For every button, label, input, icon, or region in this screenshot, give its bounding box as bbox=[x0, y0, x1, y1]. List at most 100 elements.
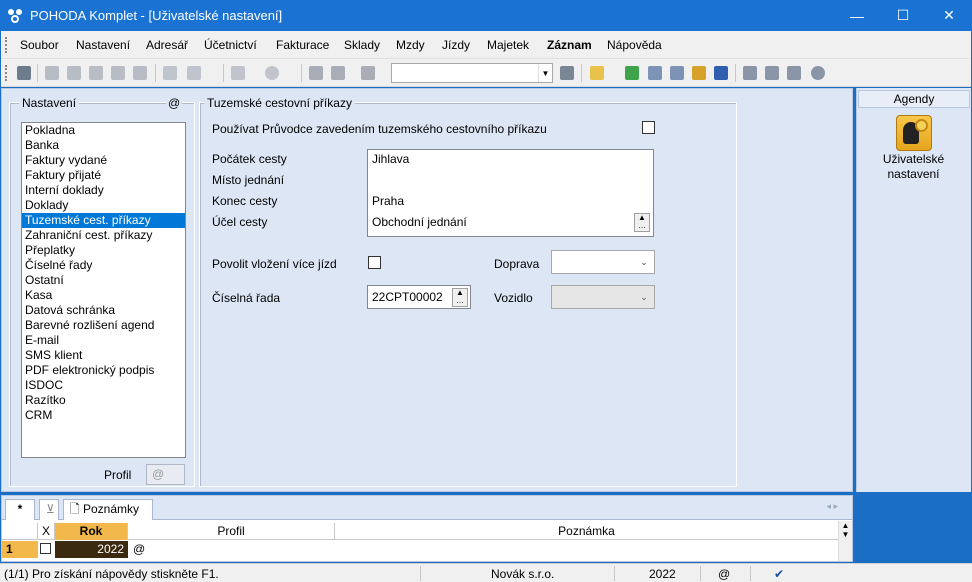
rada-picker-button[interactable]: ▲… bbox=[452, 288, 468, 307]
doprava-select[interactable]: ⌄ bbox=[551, 250, 655, 274]
pocatek-value[interactable]: Jihlava bbox=[372, 152, 409, 166]
ucel-picker-button[interactable]: ▲… bbox=[634, 213, 650, 232]
ucel-value[interactable]: Obchodní jednání bbox=[372, 215, 467, 229]
list-item[interactable]: Interní doklady bbox=[22, 183, 185, 198]
settings-icon[interactable] bbox=[263, 64, 281, 82]
rada-field[interactable]: 22CPT00002 ▲… bbox=[367, 285, 471, 309]
list-item[interactable]: Faktury vydané bbox=[22, 153, 185, 168]
toolbar-search-combo[interactable]: ▼ bbox=[391, 63, 553, 83]
wizard-checkbox[interactable] bbox=[642, 121, 655, 134]
chevron-down-icon[interactable]: ⌄ bbox=[636, 253, 652, 271]
list-item[interactable]: PDF elektronický podpis bbox=[22, 363, 185, 378]
menu-zaznam[interactable]: Záznam bbox=[547, 38, 592, 52]
settings-fieldset: Nastavení @ Pokladna Banka Faktury vydan… bbox=[9, 96, 195, 487]
row-rok[interactable]: 2022 bbox=[55, 541, 128, 558]
list-item[interactable]: Faktury přijaté bbox=[22, 168, 185, 183]
form-icon[interactable] bbox=[763, 64, 781, 82]
list-item[interactable]: Kasa bbox=[22, 288, 185, 303]
back-icon[interactable] bbox=[229, 64, 247, 82]
row-checkbox[interactable] bbox=[40, 543, 51, 554]
filter-tab-icon[interactable]: ⊻ bbox=[39, 499, 59, 520]
list-icon[interactable] bbox=[741, 64, 759, 82]
list-item[interactable]: Doklady bbox=[22, 198, 185, 213]
trip-details-box[interactable]: Jihlava Praha Obchodní jednání ▲… bbox=[367, 149, 654, 237]
check-icon[interactable] bbox=[185, 64, 203, 82]
konec-value[interactable]: Praha bbox=[372, 194, 404, 208]
row-profil[interactable]: @ bbox=[133, 541, 333, 558]
menu-jizdy[interactable]: Jízdy bbox=[442, 38, 470, 52]
chevron-down-icon[interactable]: ▼ bbox=[538, 64, 552, 82]
list-item[interactable]: ISDOC bbox=[22, 378, 185, 393]
grid-scrollbar[interactable]: ▲ ▼ bbox=[838, 521, 852, 561]
tab-star[interactable]: * bbox=[5, 499, 35, 520]
toolbar-separator bbox=[301, 64, 302, 82]
tab-nav-arrows[interactable]: ◂ ▸ bbox=[826, 501, 838, 512]
list-item[interactable]: Přeplatky bbox=[22, 243, 185, 258]
new-record-icon[interactable] bbox=[15, 64, 33, 82]
list-item-selected[interactable]: Tuzemské cest. příkazy bbox=[22, 213, 185, 228]
calculator-icon[interactable] bbox=[646, 64, 664, 82]
menu-sklady[interactable]: Sklady bbox=[344, 38, 380, 52]
menu-napoveda[interactable]: Nápověda bbox=[607, 38, 662, 52]
settings-list[interactable]: Pokladna Banka Faktury vydané Faktury př… bbox=[21, 122, 186, 458]
menu-majetek[interactable]: Majetek bbox=[487, 38, 529, 52]
delete-icon[interactable] bbox=[131, 64, 149, 82]
menu-ucetnictvi[interactable]: Účetnictví bbox=[204, 38, 257, 52]
menu-mzdy[interactable]: Mzdy bbox=[396, 38, 425, 52]
multi-trips-checkbox[interactable] bbox=[368, 256, 381, 269]
list-item[interactable]: SMS klient bbox=[22, 348, 185, 363]
list-item[interactable]: Zahraniční cest. příkazy bbox=[22, 228, 185, 243]
folder-icon[interactable] bbox=[588, 64, 606, 82]
profil-field[interactable]: @ bbox=[146, 464, 185, 485]
tab-notes[interactable]: 🗋 Poznámky bbox=[63, 499, 153, 520]
calendar-icon[interactable] bbox=[668, 64, 686, 82]
copy-icon[interactable] bbox=[43, 64, 61, 82]
list-item[interactable]: E-mail bbox=[22, 333, 185, 348]
list-item[interactable]: Pokladna bbox=[22, 123, 185, 138]
coins-icon[interactable] bbox=[690, 64, 708, 82]
save-icon[interactable] bbox=[307, 64, 325, 82]
filter-icon[interactable] bbox=[558, 64, 576, 82]
maximize-button[interactable]: ☐ bbox=[880, 0, 926, 31]
vozidlo-select[interactable]: ⌄ bbox=[551, 285, 655, 309]
chevron-down-icon[interactable]: ⌄ bbox=[636, 288, 652, 306]
status-separator bbox=[700, 566, 701, 581]
agenda-label-line2: nastavení bbox=[887, 167, 940, 181]
status-separator bbox=[420, 566, 421, 581]
col-x[interactable]: X bbox=[38, 523, 55, 540]
col-profil[interactable]: Profil bbox=[128, 523, 335, 540]
close-button[interactable]: ✕ bbox=[926, 0, 972, 31]
paste-icon[interactable] bbox=[65, 64, 83, 82]
list-item[interactable]: Barevné rozlišení agend bbox=[22, 318, 185, 333]
table-row[interactable]: 1 2022 @ bbox=[2, 541, 838, 558]
col-rok[interactable]: Rok bbox=[55, 523, 128, 540]
menu-fakturace[interactable]: Fakturace bbox=[276, 38, 329, 52]
help-icon[interactable] bbox=[809, 64, 827, 82]
list-item[interactable]: Banka bbox=[22, 138, 185, 153]
agenda-item-label[interactable]: Uživatelské nastavení bbox=[857, 152, 970, 182]
col-poznamka[interactable]: Poznámka bbox=[335, 523, 838, 540]
duplicate-icon[interactable] bbox=[359, 64, 377, 82]
list-item[interactable]: CRM bbox=[22, 408, 185, 423]
row-poznamka[interactable] bbox=[338, 541, 836, 558]
edit-icon[interactable] bbox=[161, 64, 179, 82]
report-icon[interactable] bbox=[785, 64, 803, 82]
iban-icon[interactable] bbox=[712, 64, 730, 82]
toolbar-grip-icon[interactable] bbox=[5, 65, 8, 81]
menu-soubor[interactable]: Soubor bbox=[20, 38, 59, 52]
money-icon[interactable] bbox=[623, 64, 641, 82]
list-item[interactable]: Číselné řady bbox=[22, 258, 185, 273]
minimize-button[interactable]: — bbox=[834, 0, 880, 31]
menu-nastaveni[interactable]: Nastavení bbox=[76, 38, 130, 52]
print-icon[interactable] bbox=[87, 64, 105, 82]
list-item[interactable]: Datová schránka bbox=[22, 303, 185, 318]
agendy-header: Agendy bbox=[858, 90, 970, 108]
menu-adresar[interactable]: Adresář bbox=[146, 38, 188, 52]
save-all-icon[interactable] bbox=[329, 64, 347, 82]
menu-grip-icon[interactable] bbox=[5, 37, 8, 53]
list-item[interactable]: Razítko bbox=[22, 393, 185, 408]
export-icon[interactable] bbox=[109, 64, 127, 82]
user-settings-icon[interactable] bbox=[896, 115, 932, 151]
rada-value[interactable]: 22CPT00002 bbox=[372, 290, 443, 304]
list-item[interactable]: Ostatní bbox=[22, 273, 185, 288]
